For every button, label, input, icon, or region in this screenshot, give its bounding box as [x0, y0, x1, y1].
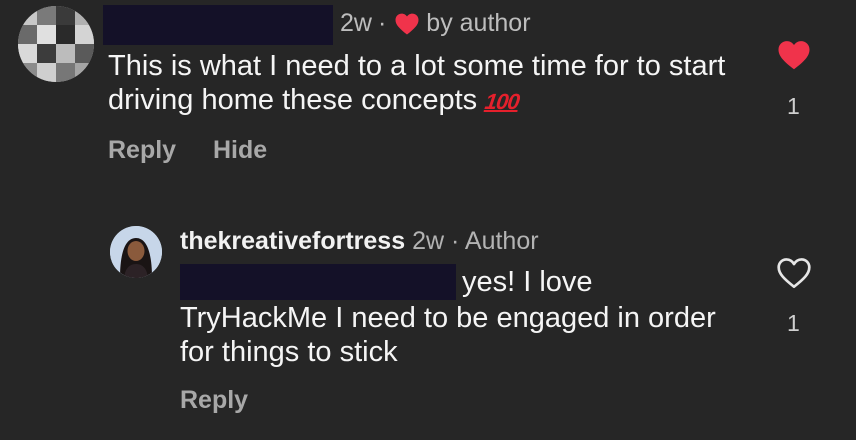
author-username[interactable]: thekreativefortress	[180, 227, 405, 255]
reply-button[interactable]: Reply	[180, 386, 248, 415]
like-count: 1	[787, 93, 800, 119]
hundred-points-emoji: 100	[483, 89, 521, 114]
comment-text: This is what I need to a lot some time f…	[108, 49, 728, 119]
reply-button[interactable]: Reply	[108, 136, 176, 165]
like-count: 1	[787, 310, 800, 336]
reply-text-line1: yes! I love	[462, 266, 593, 298]
redacted-mention	[180, 264, 456, 300]
comment-meta: 2w · by author	[340, 9, 531, 38]
redacted-username	[103, 5, 333, 45]
meta-separator: ·	[377, 9, 387, 37]
heart-filled-icon	[395, 13, 419, 35]
meta-separator: ·	[451, 227, 460, 255]
heart-filled-icon[interactable]	[777, 39, 811, 70]
pixelated-avatar-icon	[18, 6, 94, 82]
author-avatar[interactable]	[110, 226, 162, 278]
author-role-label: Author	[464, 227, 539, 255]
commenter-avatar[interactable]	[18, 6, 94, 82]
comment-time: 2w	[340, 9, 372, 37]
profile-photo-icon	[110, 226, 162, 278]
liked-by-author-label: by author	[426, 9, 531, 37]
reply-time: 2w	[412, 227, 445, 255]
heart-outline-icon[interactable]	[776, 256, 812, 289]
reply-text-body: TryHackMe I need to be engaged in order …	[180, 302, 716, 368]
comment-body: This is what I need to a lot some time f…	[108, 50, 726, 116]
hide-button[interactable]: Hide	[213, 136, 267, 165]
reply-header: thekreativefortress 2w · Author	[180, 227, 539, 256]
